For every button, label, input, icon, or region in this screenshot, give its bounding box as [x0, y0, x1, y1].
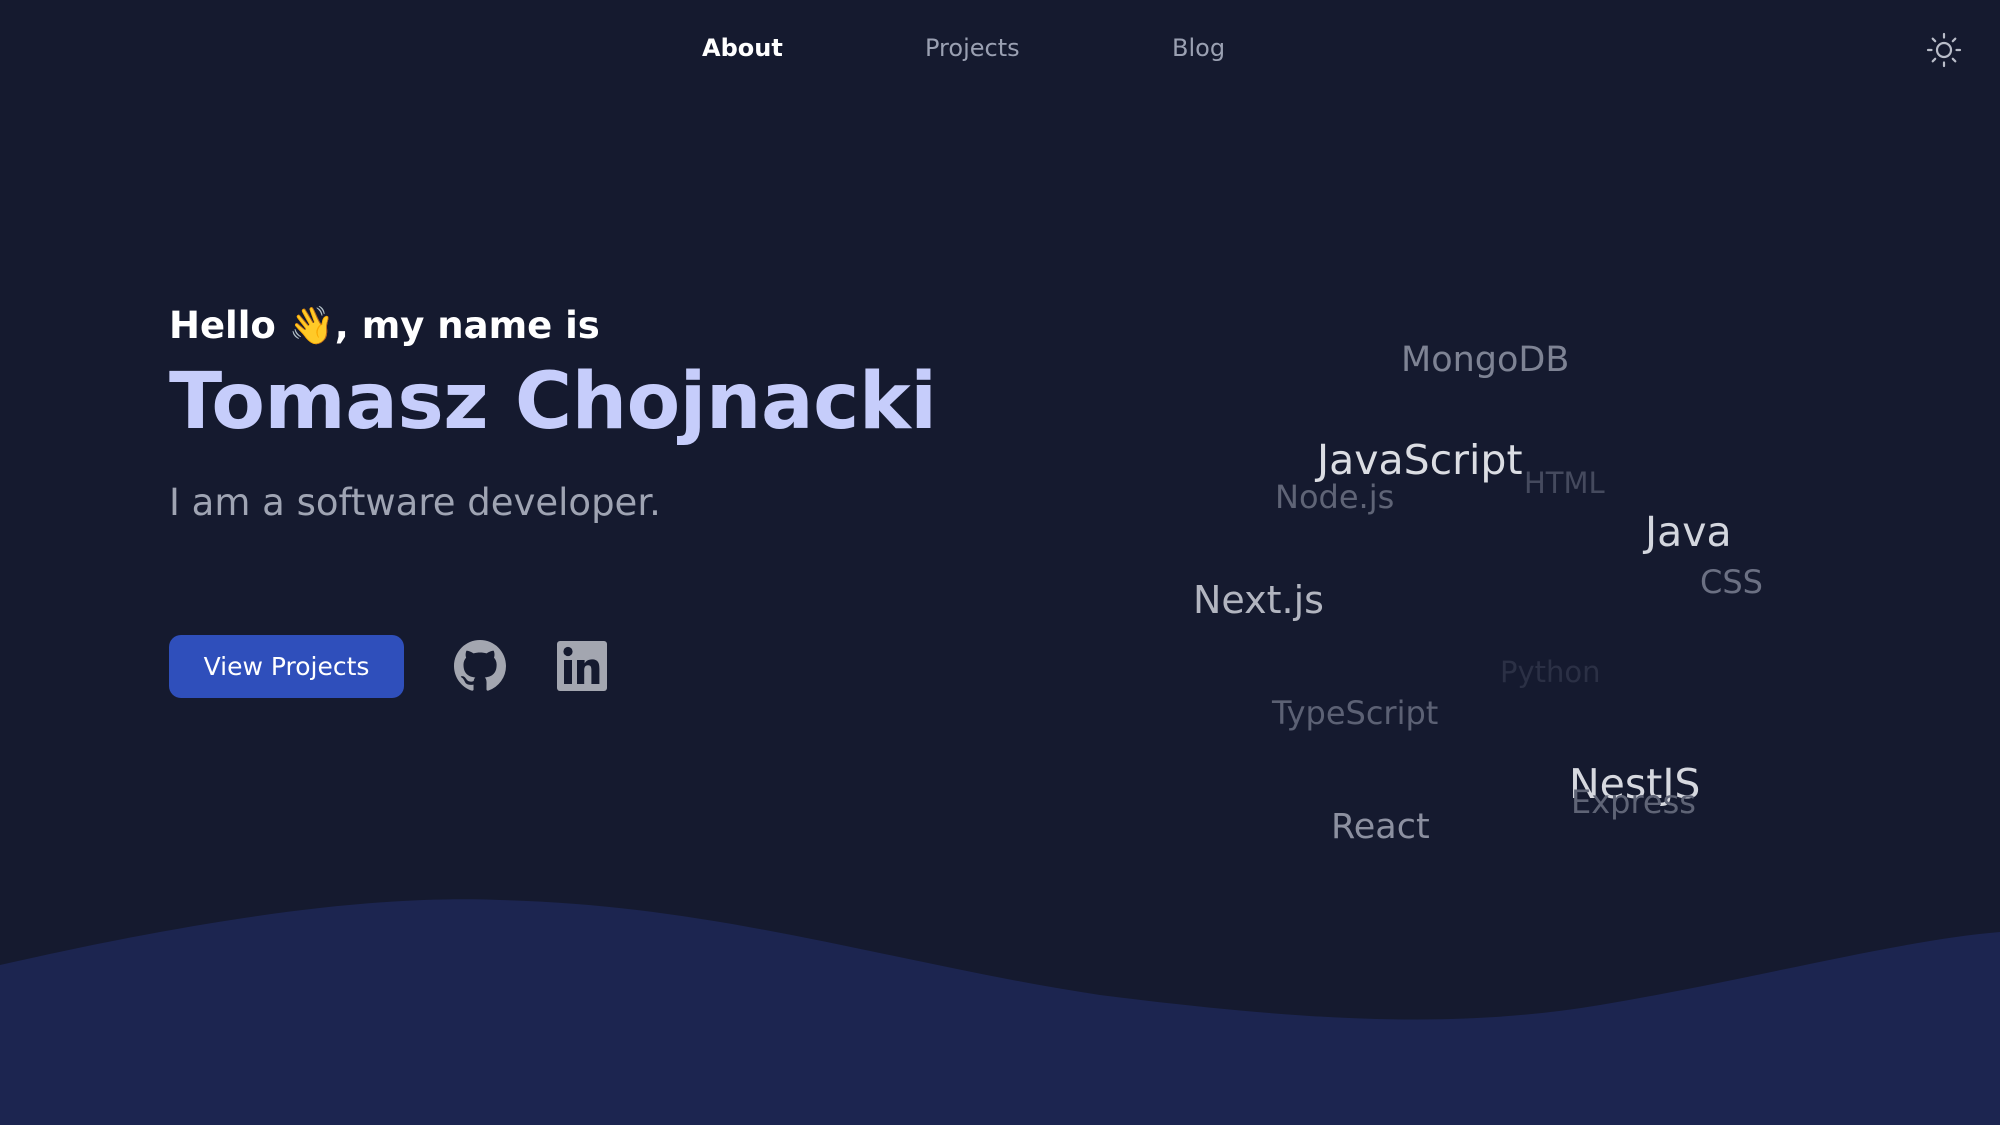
- tag-nodejs: Node.js: [1275, 478, 1395, 516]
- greeting-text: Hello 👋, my name is: [169, 304, 600, 347]
- tag-nextjs: Next.js: [1193, 578, 1324, 622]
- tag-css: CSS: [1700, 563, 1763, 601]
- cta-row: View Projects: [169, 634, 608, 698]
- hero-tagline: I am a software developer.: [169, 481, 661, 524]
- nav-blog-link[interactable]: Blog: [1172, 34, 1225, 62]
- view-projects-button[interactable]: View Projects: [169, 634, 404, 698]
- page: About Projects Blog Hello 👋, my name is: [0, 0, 2000, 1125]
- tag-typescript: TypeScript: [1272, 694, 1439, 732]
- github-link[interactable]: [454, 640, 506, 692]
- skills-tag-cloud: MongoDB JavaScript HTML Node.js Java CSS…: [1150, 320, 1850, 880]
- hero-section: Hello 👋, my name is Tomasz Chojnacki I a…: [169, 300, 1069, 528]
- tag-mongodb: MongoDB: [1401, 340, 1570, 380]
- theme-toggle-button[interactable]: [1926, 32, 1962, 68]
- linkedin-link[interactable]: [556, 640, 608, 692]
- nav-projects-link[interactable]: Projects: [925, 34, 1020, 62]
- tag-python: Python: [1500, 655, 1601, 689]
- bottom-wave: [0, 899, 2000, 1125]
- tag-express: Express: [1571, 783, 1696, 821]
- tag-javascript: JavaScript: [1317, 436, 1523, 484]
- github-icon: [454, 640, 506, 691]
- tag-java: Java: [1645, 508, 1732, 556]
- hero-name: Tomasz Chojnacki: [169, 357, 937, 447]
- sun-icon: [1926, 32, 1962, 68]
- nav-about-link[interactable]: About: [702, 34, 783, 62]
- tag-html: HTML: [1524, 466, 1605, 500]
- top-nav: About Projects Blog: [0, 28, 2000, 72]
- tag-react: React: [1331, 807, 1430, 847]
- linkedin-icon: [557, 641, 607, 691]
